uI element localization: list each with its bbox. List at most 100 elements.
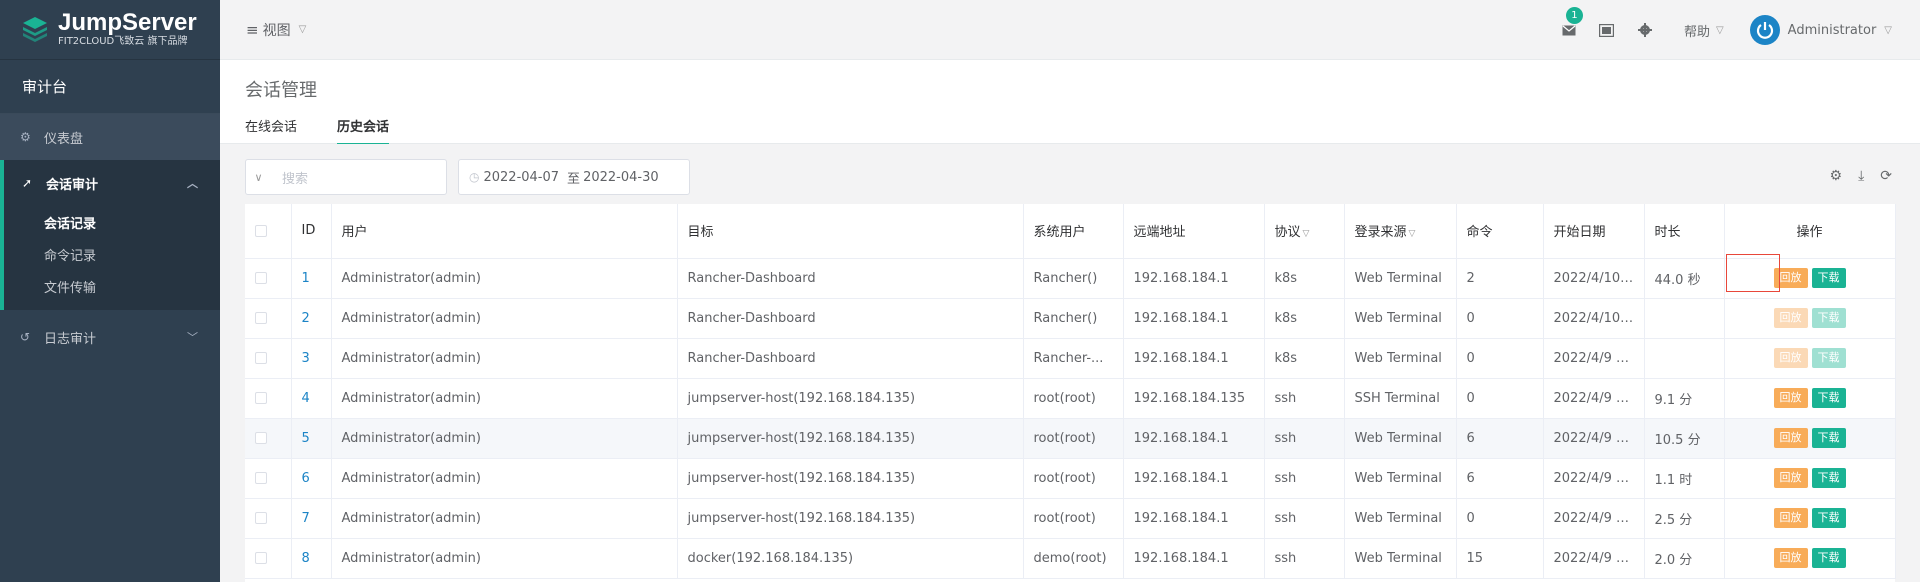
cell-id[interactable]: 5 bbox=[291, 418, 332, 459]
rocket-icon: ➚ bbox=[22, 176, 33, 190]
replay-button[interactable]: 回放 bbox=[1773, 508, 1808, 528]
search-input[interactable]: ∨ 搜索 bbox=[245, 159, 447, 195]
download-button[interactable]: 下载 bbox=[1811, 308, 1846, 328]
table-row[interactable]: 4 Administrator(admin) jumpserver-host(192… bbox=[245, 378, 1896, 419]
cell-actions: 回放 下载 bbox=[1724, 498, 1896, 539]
cell-id[interactable]: 7 bbox=[291, 498, 332, 539]
row-checkbox[interactable] bbox=[245, 538, 292, 579]
highlight-box bbox=[1726, 254, 1780, 292]
cell-duration bbox=[1644, 298, 1725, 339]
view-menu[interactable]: ≡ 视图 ▽ bbox=[246, 20, 306, 40]
cell-start-date: 2022/4/9 2... bbox=[1543, 338, 1645, 379]
table-row[interactable]: 3 Administrator(admin) Rancher-Dashboard Ra… bbox=[245, 338, 1896, 379]
date-range-picker[interactable]: ◷ 2022-04-07 至 2022-04-30 bbox=[458, 159, 690, 195]
table-row[interactable]: 1 Administrator(admin) Rancher-Dashboard Ra… bbox=[245, 258, 1896, 299]
replay-button[interactable]: 回放 bbox=[1773, 388, 1808, 408]
cell-start-date: 2022/4/9 2... bbox=[1543, 458, 1645, 499]
download-button[interactable]: 下载 bbox=[1811, 348, 1846, 368]
table-row[interactable]: 7 Administrator(admin) jumpserver-host(192… bbox=[245, 498, 1896, 539]
table-row[interactable]: 8 Administrator(admin) docker(192.168.184.… bbox=[245, 538, 1896, 579]
replay-button[interactable]: 回放 bbox=[1773, 428, 1808, 448]
column-header-duration: 时长 bbox=[1644, 204, 1725, 259]
sidebar-item-label: 日志审计 bbox=[44, 331, 97, 347]
cell-protocol: ssh bbox=[1264, 538, 1345, 579]
table-row[interactable]: 2 Administrator(admin) Rancher-Dashboard Ra… bbox=[245, 298, 1896, 339]
logo-title: JumpServer bbox=[58, 9, 197, 36]
session-id-link[interactable]: 1 bbox=[302, 271, 310, 286]
session-id-link[interactable]: 2 bbox=[302, 311, 310, 326]
row-checkbox[interactable] bbox=[245, 258, 292, 299]
cell-login-source: Web Terminal bbox=[1344, 338, 1457, 379]
row-checkbox[interactable] bbox=[245, 338, 292, 379]
row-checkbox[interactable] bbox=[245, 498, 292, 539]
user-menu[interactable]: Administrator ▽ bbox=[1749, 15, 1892, 45]
cell-actions: 回放 下载 bbox=[1724, 298, 1896, 339]
tab-online-sessions[interactable]: 在线会话 bbox=[245, 116, 297, 145]
sidebar-item-label: 仪表盘 bbox=[44, 131, 84, 147]
select-all-checkbox[interactable] bbox=[245, 204, 292, 259]
replay-button[interactable]: 回放 bbox=[1773, 308, 1808, 328]
help-menu[interactable]: 帮助 ▽ bbox=[1684, 21, 1724, 40]
column-header-protocol[interactable]: 协议 ▽ bbox=[1264, 204, 1345, 259]
cell-target: jumpserver-host(192.168.184.135) bbox=[677, 498, 1024, 539]
sidebar-item-command-records[interactable]: 命令记录 bbox=[4, 238, 220, 270]
cell-id[interactable]: 2 bbox=[291, 298, 332, 339]
cell-id[interactable]: 4 bbox=[291, 378, 332, 419]
sidebar-item-log-audit[interactable]: ↺ 日志审计 ﹀ bbox=[0, 314, 220, 360]
sidebar-item-session-audit[interactable]: ➚ 会话审计 ︿ bbox=[4, 160, 220, 206]
download-button[interactable]: 下载 bbox=[1811, 428, 1846, 448]
replay-button[interactable]: 回放 bbox=[1773, 348, 1808, 368]
cell-login-source: SSH Terminal bbox=[1344, 378, 1457, 419]
terminal-icon[interactable] bbox=[1598, 21, 1616, 39]
row-checkbox[interactable] bbox=[245, 458, 292, 499]
session-id-link[interactable]: 7 bbox=[302, 511, 310, 526]
logo[interactable]: JumpServer FIT2CLOUD飞致云 旗下品牌 bbox=[0, 0, 220, 60]
cell-id[interactable]: 3 bbox=[291, 338, 332, 379]
download-button[interactable]: 下载 bbox=[1811, 548, 1846, 568]
row-checkbox[interactable] bbox=[245, 298, 292, 339]
tab-history-sessions[interactable]: 历史会话 bbox=[337, 116, 390, 145]
download-icon[interactable]: ⤓ bbox=[1858, 168, 1864, 184]
session-id-link[interactable]: 4 bbox=[302, 391, 310, 406]
sidebar-item-session-records[interactable]: 会话记录 bbox=[4, 206, 220, 238]
help-label: 帮助 bbox=[1683, 24, 1710, 40]
row-checkbox[interactable] bbox=[245, 418, 292, 459]
cell-system-user: Rancher-... bbox=[1023, 338, 1124, 379]
cell-start-date: 2022/4/10 ... bbox=[1543, 258, 1645, 299]
download-button[interactable]: 下载 bbox=[1811, 468, 1846, 488]
cell-duration: 10.5 分 bbox=[1644, 418, 1725, 459]
cell-id[interactable]: 6 bbox=[291, 458, 332, 499]
session-id-link[interactable]: 5 bbox=[302, 431, 310, 446]
download-button[interactable]: 下载 bbox=[1811, 388, 1846, 408]
cell-user: Administrator(admin) bbox=[331, 378, 678, 419]
sidebar-item-file-transfer[interactable]: 文件传输 bbox=[4, 270, 220, 302]
replay-button[interactable]: 回放 bbox=[1773, 548, 1808, 568]
gear-icon[interactable] bbox=[1636, 21, 1654, 39]
cell-user: Administrator(admin) bbox=[331, 258, 678, 299]
chevron-down-icon[interactable]: ∨ bbox=[246, 171, 272, 184]
table-row[interactable]: 5 Administrator(admin) jumpserver-host(192… bbox=[245, 418, 1896, 459]
download-button[interactable]: 下载 bbox=[1811, 508, 1846, 528]
session-id-link[interactable]: 3 bbox=[302, 351, 310, 366]
cell-target: jumpserver-host(192.168.184.135) bbox=[677, 418, 1024, 459]
session-id-link[interactable]: 6 bbox=[302, 471, 310, 486]
page-header: 会话管理 在线会话 历史会话 bbox=[220, 60, 1920, 145]
replay-button[interactable]: 回放 bbox=[1773, 468, 1808, 488]
cell-actions: 回放 下载 bbox=[1724, 378, 1896, 419]
refresh-icon[interactable]: ⟳ bbox=[1880, 168, 1892, 184]
cell-user: Administrator(admin) bbox=[331, 298, 678, 339]
table-row[interactable]: 6 Administrator(admin) jumpserver-host(192… bbox=[245, 458, 1896, 499]
cell-duration bbox=[1644, 338, 1725, 379]
cell-start-date: 2022/4/9 2... bbox=[1543, 538, 1645, 579]
session-id-link[interactable]: 8 bbox=[302, 551, 310, 566]
cell-id[interactable]: 1 bbox=[291, 258, 332, 299]
cell-id[interactable]: 8 bbox=[291, 538, 332, 579]
column-header-login-source[interactable]: 登录来源 ▽ bbox=[1344, 204, 1457, 259]
download-button[interactable]: 下载 bbox=[1811, 268, 1846, 288]
sidebar-item-dashboard[interactable]: ⚙ 仪表盘 bbox=[0, 114, 220, 160]
cell-remote-addr: 192.168.184.1 bbox=[1123, 258, 1265, 299]
main-content: ∨ 搜索 ◷ 2022-04-07 至 2022-04-30 ⚙ ⤓ ⟳ ID … bbox=[220, 144, 1920, 582]
mail-icon[interactable]: 1 bbox=[1560, 7, 1583, 39]
row-checkbox[interactable] bbox=[245, 378, 292, 419]
settings-icon[interactable]: ⚙ bbox=[1830, 168, 1843, 184]
